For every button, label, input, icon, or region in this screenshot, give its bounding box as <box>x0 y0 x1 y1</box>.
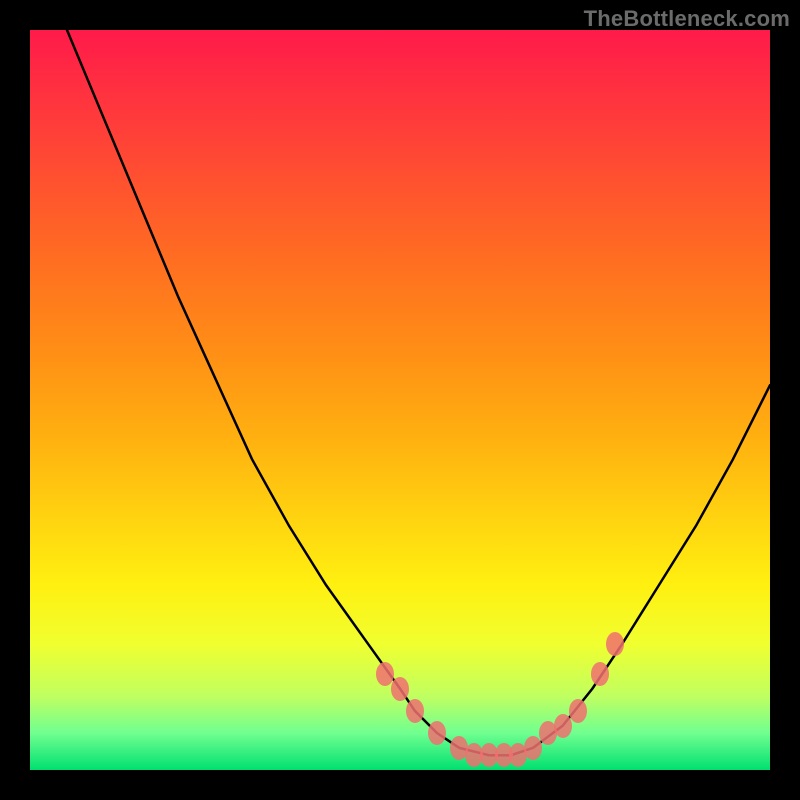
plot-area <box>30 30 770 770</box>
bottleneck-curve <box>30 30 770 770</box>
chart-frame: TheBottleneck.com <box>0 0 800 800</box>
highlight-marker <box>569 699 587 723</box>
highlight-marker <box>591 662 609 686</box>
highlight-marker <box>406 699 424 723</box>
highlight-marker <box>391 677 409 701</box>
highlight-marker <box>428 721 446 745</box>
highlight-marker <box>606 632 624 656</box>
watermark-text: TheBottleneck.com <box>584 6 790 32</box>
